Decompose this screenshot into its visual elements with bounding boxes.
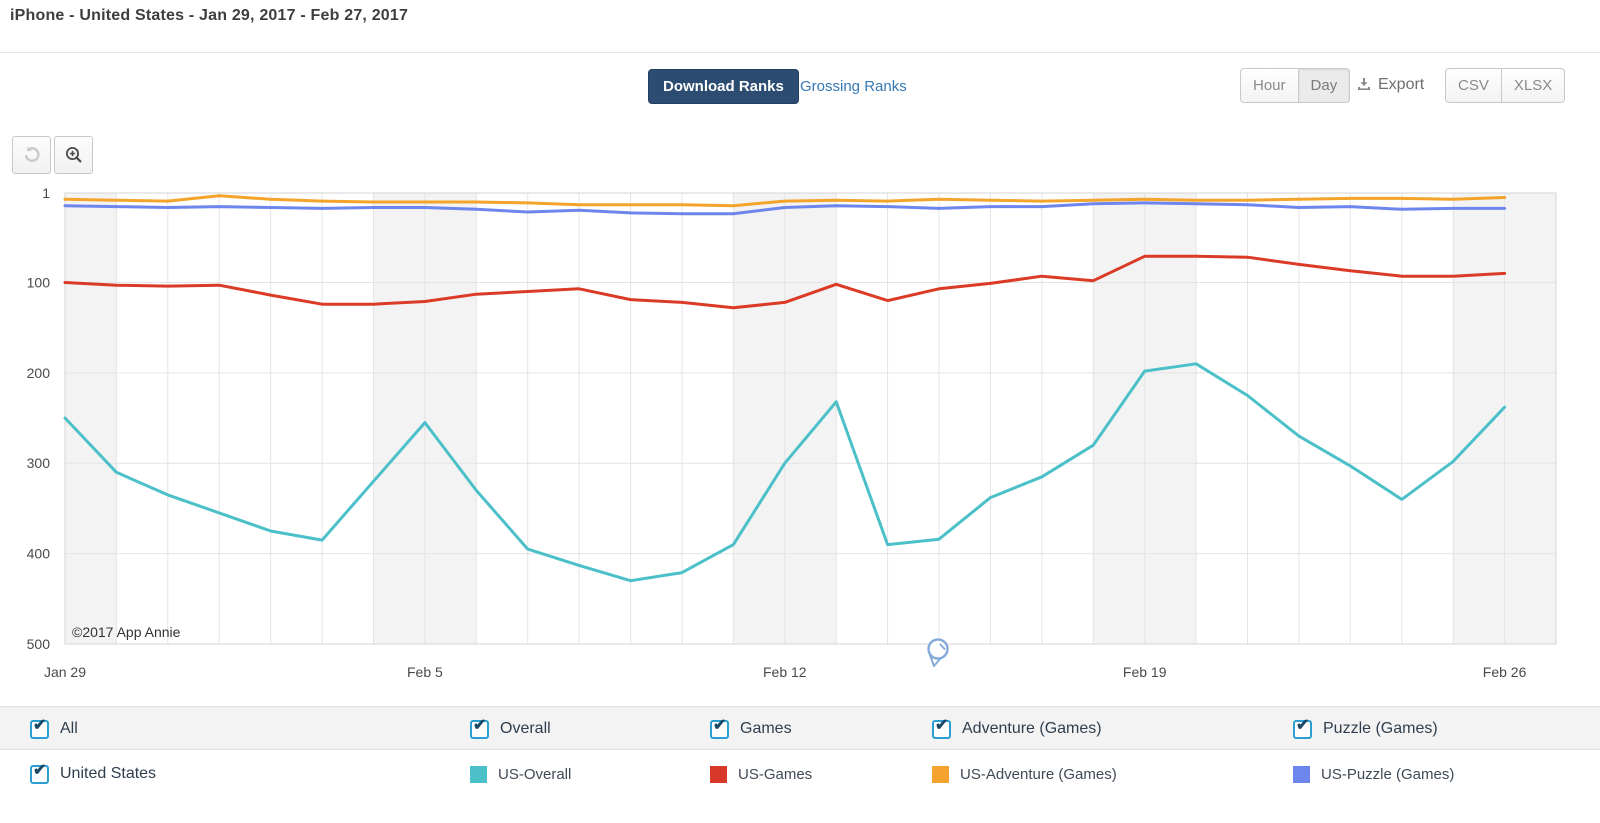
legend-item-all[interactable]: All: [30, 707, 78, 751]
y-axis-label: 300: [27, 455, 51, 471]
series-swatch-us-overall: [470, 765, 487, 783]
legend-label: Overall: [500, 720, 551, 737]
legend-item-overall[interactable]: Overall: [470, 707, 551, 751]
checkbox-overall[interactable]: [470, 715, 489, 739]
export-button[interactable]: Export: [1356, 76, 1424, 94]
checkbox-puzzle[interactable]: [1293, 715, 1312, 739]
hour-button[interactable]: Hour: [1240, 68, 1299, 103]
legend-label: US-Games: [738, 765, 813, 783]
series-swatch-us-puzzle: [1293, 765, 1310, 783]
checkbox-united-states[interactable]: [30, 760, 49, 784]
day-button[interactable]: Day: [1298, 68, 1351, 103]
legend-label: All: [60, 720, 78, 737]
weekend-band: [65, 193, 117, 644]
legend-label: United States: [60, 765, 157, 782]
checkbox-adventure[interactable]: [932, 715, 951, 739]
zoom-in-button[interactable]: [54, 136, 93, 174]
copyright-text: ©2017 App Annie: [72, 624, 181, 640]
legend-label: US-Puzzle (Games): [1321, 765, 1455, 783]
grossing-ranks-tab[interactable]: Grossing Ranks: [800, 78, 907, 95]
x-axis-label: Feb 12: [763, 664, 807, 680]
checkbox-games[interactable]: [710, 715, 729, 739]
zoom-in-icon: [64, 145, 84, 165]
x-axis-label: Feb 5: [407, 664, 443, 680]
series-swatch-us-adventure: [932, 765, 949, 783]
legend-label: Games: [740, 720, 792, 737]
export-format-group: CSV XLSX: [1445, 68, 1566, 103]
legend-label: US-Adventure (Games): [960, 765, 1117, 783]
title-divider: [0, 52, 1600, 53]
legend-category-row: All Overall Games Adventure (Games) Puzz…: [0, 706, 1600, 750]
export-label: Export: [1378, 76, 1425, 93]
x-axis-label: Feb 26: [1483, 664, 1527, 680]
download-icon: [1356, 77, 1372, 93]
download-ranks-tab[interactable]: Download Ranks: [648, 69, 799, 104]
series-swatch-us-games: [710, 765, 727, 783]
legend-item-us-adventure: US-Adventure (Games): [932, 751, 1117, 797]
y-axis-label: 400: [27, 546, 51, 562]
xlsx-button[interactable]: XLSX: [1501, 68, 1566, 103]
y-axis-label: 1: [42, 185, 50, 201]
rank-chart[interactable]: 1 100 200 300 400 500 ©2017 App Annie Jan 29 Feb…: [0, 180, 1600, 692]
y-axis-label: 200: [27, 365, 51, 381]
legend-item-adventure[interactable]: Adventure (Games): [932, 707, 1102, 751]
x-axis-label: Feb 19: [1123, 664, 1167, 680]
reset-zoom-icon: [22, 145, 42, 165]
legend-item-us-puzzle: US-Puzzle (Games): [1293, 751, 1454, 797]
legend-series-row: United States US-Overall US-Games US-Adv…: [0, 751, 1600, 797]
x-axis-label: Jan 29: [44, 664, 86, 680]
page-title: iPhone - United States - Jan 29, 2017 - …: [10, 7, 409, 24]
rank-type-tabs: Download Ranks Grossing Ranks Hour Day E…: [0, 68, 1600, 106]
legend-item-us-overall: US-Overall: [470, 751, 571, 797]
legend-label: US-Overall: [498, 765, 572, 783]
y-axis-label: 100: [27, 275, 51, 291]
granularity-toggle: Hour Day: [1240, 68, 1351, 103]
legend-item-united-states[interactable]: United States: [30, 751, 156, 797]
legend-item-puzzle[interactable]: Puzzle (Games): [1293, 707, 1438, 751]
legend-label: Adventure (Games): [962, 720, 1102, 737]
checkbox-all[interactable]: [30, 715, 49, 739]
range-handle-icon[interactable]: [927, 638, 949, 667]
app-annie-rank-page: iPhone - United States - Jan 29, 2017 - …: [0, 0, 1600, 823]
legend-item-us-games: US-Games: [710, 751, 812, 797]
legend-label: Puzzle (Games): [1323, 720, 1438, 737]
legend-item-games[interactable]: Games: [710, 707, 792, 751]
reset-zoom-button[interactable]: [12, 136, 51, 174]
y-axis-label: 500: [27, 636, 51, 652]
csv-button[interactable]: CSV: [1445, 68, 1502, 103]
